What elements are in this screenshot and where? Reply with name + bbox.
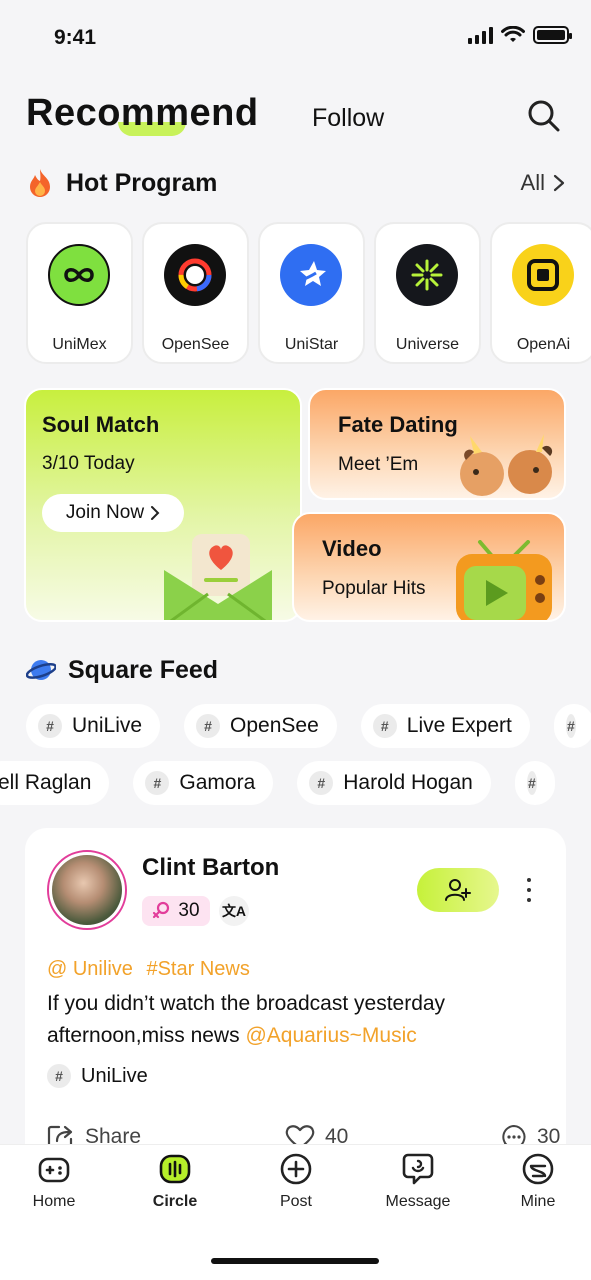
status-bar: 9:41 bbox=[0, 0, 591, 80]
fire-icon bbox=[30, 169, 50, 197]
square-feed-title: Square Feed bbox=[68, 655, 219, 684]
search-icon[interactable] bbox=[526, 98, 562, 134]
home-indicator bbox=[211, 1258, 379, 1264]
topic-tag[interactable]: # Live Expert bbox=[360, 704, 530, 748]
video-title: Video bbox=[322, 536, 382, 561]
topic-tag[interactable]: # Gamora bbox=[133, 761, 274, 805]
square-feed-heading: Square Feed bbox=[26, 655, 218, 685]
signal-icon bbox=[468, 26, 493, 44]
mention-link[interactable]: @ Unilive bbox=[47, 958, 133, 980]
program-card-universe[interactable]: Universe bbox=[374, 222, 481, 364]
topic-tag[interactable]: # UniLive bbox=[26, 704, 161, 748]
hot-program-heading: Hot Program bbox=[26, 168, 217, 198]
program-card-opensee[interactable]: OpenSee bbox=[142, 222, 249, 364]
gamepad-icon bbox=[38, 1157, 70, 1183]
infinity-icon bbox=[48, 244, 110, 306]
plus-circle-icon bbox=[280, 1153, 312, 1185]
topic-tag[interactable]: # Harold Hogan bbox=[297, 761, 491, 805]
square-icon bbox=[512, 244, 574, 306]
post-body: If you didn’t watch the broadcast yester… bbox=[47, 992, 446, 1047]
follow-user-button[interactable] bbox=[417, 868, 499, 912]
hash-icon: # bbox=[196, 714, 221, 738]
video-card[interactable]: Video Popular Hits bbox=[292, 512, 566, 622]
nav-post[interactable]: Post bbox=[246, 1151, 346, 1211]
hot-program-title: Hot Program bbox=[66, 168, 218, 197]
more-options-icon[interactable] bbox=[519, 878, 539, 902]
status-time: 9:41 bbox=[54, 26, 97, 49]
hash-icon: # bbox=[309, 771, 334, 795]
topic-tags-row-1: # UniLive # OpenSee # Live Expert # bbox=[26, 704, 591, 748]
wifi-icon bbox=[501, 26, 525, 42]
hash-icon: # bbox=[47, 1064, 71, 1088]
nav-circle[interactable]: Circle bbox=[125, 1151, 225, 1211]
nav-mine[interactable]: Mine bbox=[488, 1151, 588, 1211]
hashtag-link[interactable]: #Star News bbox=[146, 958, 249, 980]
all-programs-link[interactable]: All bbox=[521, 170, 565, 196]
gender-badge: 30 bbox=[142, 896, 210, 926]
program-list: UniMex OpenSee UniStar Universe OpenAi bbox=[26, 222, 591, 364]
nav-message[interactable]: Message bbox=[368, 1151, 468, 1211]
planet-icon bbox=[26, 660, 56, 680]
program-card-openai[interactable]: OpenAi bbox=[490, 222, 591, 364]
love-letter-icon bbox=[164, 534, 272, 620]
circle-tab-icon bbox=[159, 1154, 191, 1184]
star-icon bbox=[280, 244, 342, 306]
join-now-button[interactable]: Join Now bbox=[42, 494, 184, 532]
top-tabs: Recommend Follow bbox=[26, 92, 566, 144]
topic-tag-partial[interactable]: # bbox=[514, 761, 555, 805]
tab-follow[interactable]: Follow bbox=[312, 104, 384, 133]
feed-post: Clint Barton 30 文A @ Unilive #Star News … bbox=[25, 828, 566, 1188]
post-topic-tag[interactable]: # UniLive bbox=[47, 1064, 148, 1088]
topic-tag-partial[interactable]: # bbox=[553, 704, 591, 748]
avatar[interactable] bbox=[47, 850, 127, 930]
post-author[interactable]: Clint Barton bbox=[142, 854, 279, 882]
topic-tags-row-2: ell Raglan # Gamora # Harold Hogan # bbox=[0, 761, 555, 805]
hash-icon: # bbox=[565, 714, 576, 738]
profile-icon bbox=[522, 1153, 554, 1185]
topic-tag[interactable]: ell Raglan bbox=[0, 761, 110, 805]
asterisk-icon bbox=[396, 244, 458, 306]
message-icon bbox=[402, 1153, 434, 1185]
hash-icon: # bbox=[38, 714, 62, 738]
chevron-right-icon bbox=[151, 506, 160, 520]
fate-dating-card[interactable]: Fate Dating Meet ’Em bbox=[308, 388, 566, 500]
hash-icon: # bbox=[372, 714, 397, 738]
translate-icon[interactable]: 文A bbox=[219, 896, 249, 926]
chevron-right-icon bbox=[553, 174, 565, 192]
tv-icon bbox=[456, 540, 552, 620]
mention-link[interactable]: @Aquarius~Music bbox=[245, 1024, 416, 1047]
fate-dating-title: Fate Dating bbox=[338, 412, 458, 437]
hash-icon: # bbox=[526, 771, 537, 795]
program-card-unimex[interactable]: UniMex bbox=[26, 222, 133, 364]
female-icon bbox=[153, 901, 170, 919]
video-subtitle: Popular Hits bbox=[322, 578, 426, 599]
add-user-icon bbox=[445, 879, 471, 901]
program-card-unistar[interactable]: UniStar bbox=[258, 222, 365, 364]
nav-home[interactable]: Home bbox=[4, 1151, 104, 1211]
topic-tag[interactable]: # OpenSee bbox=[184, 704, 337, 748]
soul-match-title: Soul Match bbox=[42, 412, 160, 437]
post-mentions: @ Unilive #Star News bbox=[47, 958, 250, 981]
unicorn-couple-icon bbox=[460, 434, 553, 496]
tab-recommend[interactable]: Recommend bbox=[26, 92, 259, 136]
battery-icon bbox=[533, 26, 572, 44]
hash-icon: # bbox=[145, 771, 170, 795]
soul-match-card[interactable]: Soul Match 3/10 Today Join Now bbox=[24, 388, 302, 622]
fate-dating-subtitle: Meet ’Em bbox=[338, 454, 419, 475]
soul-match-subtitle: 3/10 Today bbox=[42, 453, 135, 474]
ring-icon bbox=[164, 244, 226, 306]
